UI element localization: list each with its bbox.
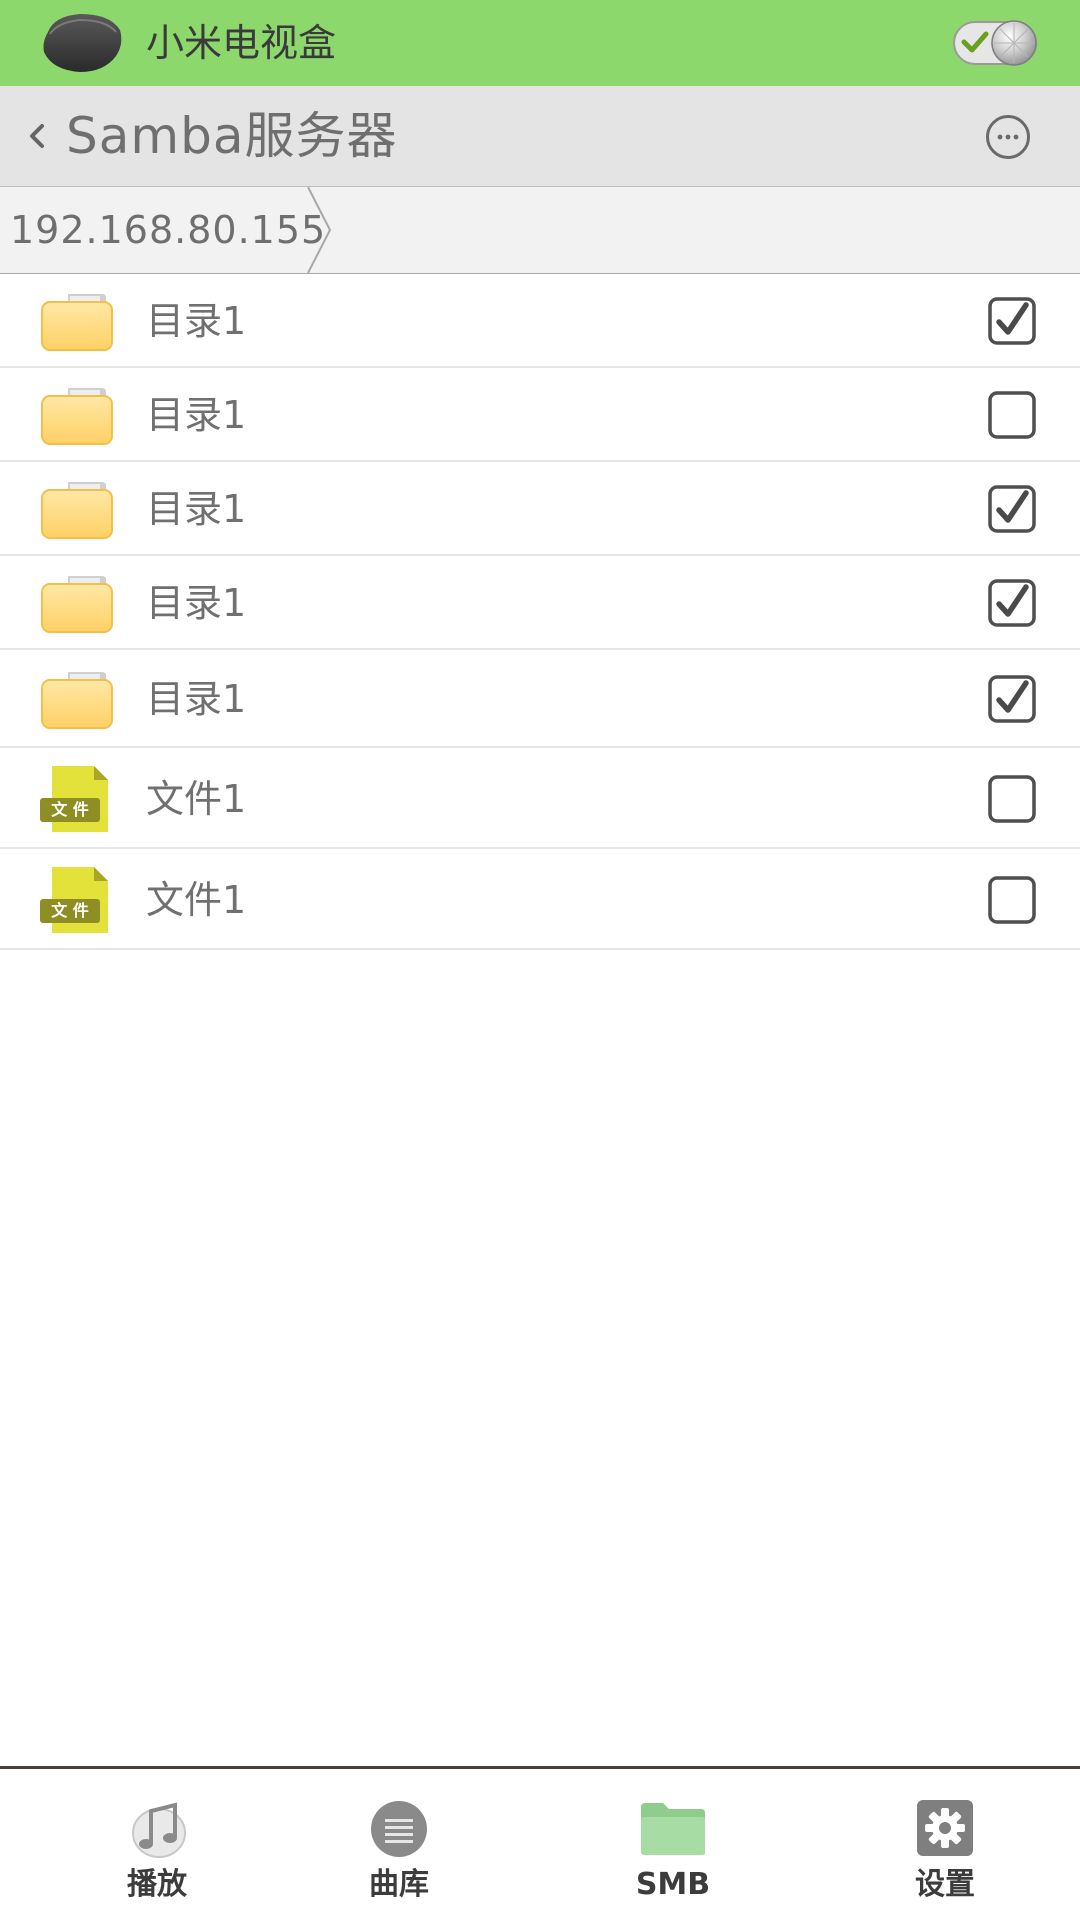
- select-checkbox[interactable]: [988, 875, 1036, 924]
- folder-icon: [41, 672, 113, 729]
- item-name: 文件1: [146, 776, 247, 821]
- file-icon: 文 件: [38, 764, 110, 834]
- folder-icon: [41, 388, 113, 445]
- header-bar: Samba服务器: [0, 86, 1080, 187]
- tv-box-icon: [43, 14, 122, 72]
- breadcrumb: 192.168.80.155: [0, 187, 1080, 274]
- nav-settings[interactable]: 设置: [870, 1769, 1020, 1920]
- folder-icon: [41, 482, 113, 539]
- chevron-left-icon[interactable]: [18, 110, 58, 162]
- item-name: 目录1: [146, 677, 247, 721]
- select-checkbox[interactable]: [988, 391, 1036, 439]
- music-note-icon: [132, 1802, 186, 1858]
- item-name: 目录1: [146, 393, 247, 437]
- file-row[interactable]: 文 件 文件1: [0, 748, 1080, 849]
- item-name: 文件1: [146, 877, 247, 922]
- connected-toggle-icon[interactable]: [952, 16, 1040, 70]
- folder-row[interactable]: 目录1: [0, 274, 1080, 368]
- select-checkbox[interactable]: [988, 297, 1036, 345]
- nav-play[interactable]: 播放: [82, 1769, 232, 1920]
- nav-smb[interactable]: SMB: [598, 1769, 748, 1920]
- nav-library-label: 曲库: [369, 1867, 429, 1902]
- item-name: 目录1: [146, 299, 247, 343]
- breadcrumb-separator: [307, 187, 332, 273]
- folder-icon: [641, 1803, 705, 1855]
- folder-row[interactable]: 目录1: [0, 556, 1080, 650]
- select-checkbox[interactable]: [988, 675, 1036, 723]
- folder-row[interactable]: 目录1: [0, 368, 1080, 462]
- gear-icon: [917, 1800, 973, 1856]
- breadcrumb-label: 192.168.80.155: [10, 208, 327, 252]
- select-checkbox[interactable]: [988, 774, 1036, 823]
- device-name: 小米电视盒: [146, 21, 337, 65]
- folder-row[interactable]: 目录1: [0, 650, 1080, 748]
- nav-settings-label: 设置: [915, 1867, 975, 1902]
- nav-library[interactable]: 曲库: [324, 1769, 474, 1920]
- more-button[interactable]: [986, 115, 1030, 159]
- folder-row[interactable]: 目录1: [0, 462, 1080, 556]
- device-bar: 小米电视盒: [0, 0, 1080, 87]
- select-checkbox[interactable]: [988, 579, 1036, 627]
- page-title: Samba服务器: [66, 107, 398, 165]
- app-root: 小米电视盒 Samba服务器 192.168.80.155 目录1 目录1 目录…: [0, 0, 1080, 1920]
- list-icon: [371, 1801, 427, 1857]
- file-badge: 文 件: [51, 900, 89, 920]
- select-checkbox[interactable]: [988, 485, 1036, 533]
- file-icon: 文 件: [38, 865, 110, 935]
- nav-play-label: 播放: [127, 1867, 187, 1902]
- nav-smb-label: SMB: [635, 1867, 711, 1902]
- item-name: 目录1: [146, 581, 247, 625]
- file-badge: 文 件: [51, 799, 89, 819]
- more-icon: [997, 134, 1019, 140]
- file-row[interactable]: 文 件 文件1: [0, 849, 1080, 950]
- folder-icon: [41, 576, 113, 633]
- breadcrumb-item-server[interactable]: 192.168.80.155: [0, 187, 336, 273]
- folder-icon: [41, 294, 113, 351]
- item-name: 目录1: [146, 487, 247, 531]
- bottom-nav: 播放 曲库 SMB 设置: [0, 1766, 1080, 1920]
